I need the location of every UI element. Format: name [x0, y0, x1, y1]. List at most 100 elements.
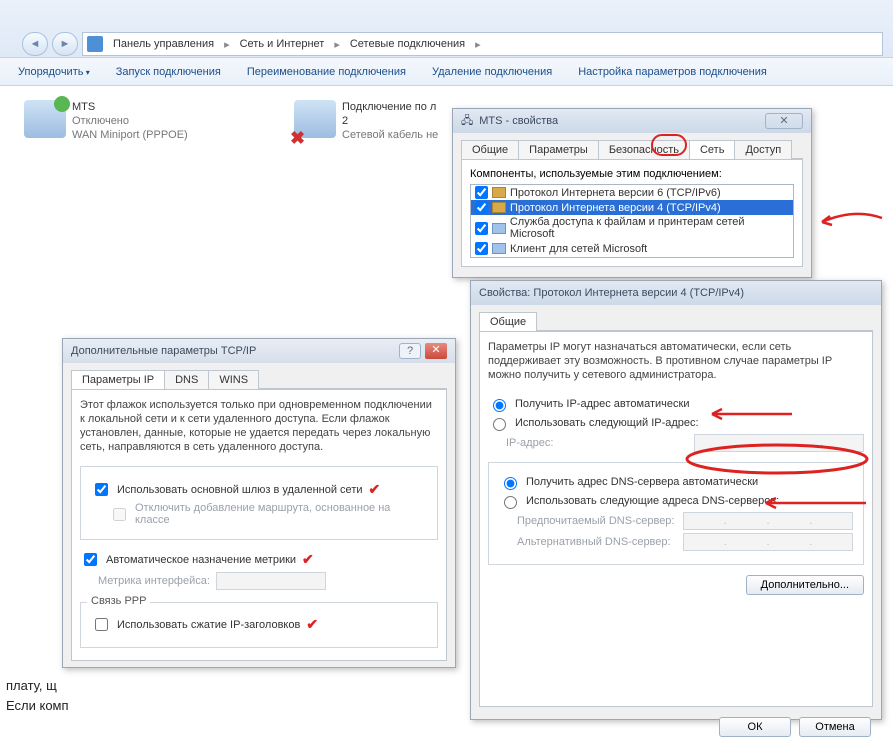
tab-wins[interactable]: WINS: [208, 370, 259, 389]
dialog-titlebar[interactable]: Дополнительные параметры TCP/IP ? ✕: [63, 339, 455, 363]
components-label: Компоненты, используемые этим подключени…: [470, 168, 794, 180]
tab-security[interactable]: Безопасность: [598, 140, 690, 159]
list-item-ipv4[interactable]: Протокол Интернета версии 4 (TCP/IPv4): [471, 200, 793, 215]
list-item-ipv6[interactable]: Протокол Интернета версии 6 (TCP/IPv6): [471, 185, 793, 200]
checkbox-label: Автоматическое назначение метрики: [106, 554, 296, 566]
advanced-button[interactable]: Дополнительно...: [746, 575, 864, 595]
alternate-dns-field: ...: [683, 533, 853, 551]
organize-menu[interactable]: Упорядочить: [18, 66, 90, 78]
checkbox-disable-route: [113, 508, 126, 521]
control-panel-icon: [87, 36, 103, 52]
annotation-arrow-icon: [814, 206, 884, 232]
checkbox-label: Отключить добавление маршрута, основанно…: [135, 502, 427, 526]
tab-dns[interactable]: DNS: [164, 370, 209, 389]
components-list[interactable]: Протокол Интернета версии 6 (TCP/IPv6) П…: [470, 184, 794, 258]
list-item-ms-client[interactable]: Клиент для сетей Microsoft: [471, 241, 793, 256]
command-toolbar: Упорядочить Запуск подключения Переимено…: [0, 58, 893, 86]
radio-label: Использовать следующий IP-адрес:: [515, 417, 699, 429]
metric-label: Метрика интерфейса:: [98, 575, 210, 587]
ip-settings-panel: Этот флажок используется только при одно…: [71, 389, 447, 661]
connection-status: Отключено: [72, 114, 188, 128]
tab-network[interactable]: Сеть: [689, 140, 735, 159]
delete-connection-button[interactable]: Удаление подключения: [432, 66, 552, 78]
connection-line2: 2: [342, 114, 438, 128]
radio-label: Получить IP-адрес автоматически: [515, 398, 689, 410]
rename-connection-button[interactable]: Переименование подключения: [247, 66, 406, 78]
breadcrumb-sep-icon: ▸: [224, 38, 230, 51]
checkbox[interactable]: [475, 222, 488, 235]
ip-address-label: IP-адрес:: [506, 437, 553, 449]
preferred-dns-field: ...: [683, 512, 853, 530]
checkbox-ip-compress[interactable]: [95, 618, 108, 631]
client-icon: [492, 243, 506, 254]
close-button[interactable]: ✕: [425, 343, 447, 359]
ok-button[interactable]: ОК: [719, 717, 791, 737]
checkbox[interactable]: [475, 186, 488, 199]
error-x-icon: ✖: [290, 128, 305, 149]
nav-back-button[interactable]: ◄: [22, 32, 48, 56]
close-button[interactable]: ✕: [765, 113, 803, 129]
dialog-title: Свойства: Протокол Интернета версии 4 (T…: [479, 287, 744, 299]
item-label: Служба доступа к файлам и принтерам сете…: [510, 216, 789, 240]
radio-label: Получить адрес DNS-сервера автоматически: [526, 476, 758, 488]
mts-properties-dialog: 🖧 MTS - свойства ✕ Общие Параметры Безоп…: [452, 108, 812, 278]
breadcrumb-network[interactable]: Сеть и Интернет: [236, 38, 329, 50]
connection-settings-button[interactable]: Настройка параметров подключения: [578, 66, 767, 78]
dns-group: Получить адрес DNS-сервера автоматически…: [488, 462, 864, 565]
protocol-icon: [492, 187, 506, 198]
cancel-button[interactable]: Отмена: [799, 717, 871, 737]
annotation-check-icon: ✔: [369, 481, 381, 498]
annotation-check-icon: ✔: [302, 551, 314, 568]
radio-label: Использовать следующие адреса DNS-сервер…: [526, 495, 779, 507]
connection-name: Подключение по л: [342, 100, 438, 114]
dialog-title: Дополнительные параметры TCP/IP: [71, 345, 256, 357]
general-tab-panel: Параметры IP могут назначаться автоматич…: [479, 331, 873, 707]
tab-access[interactable]: Доступ: [734, 140, 792, 159]
dialog-titlebar[interactable]: Свойства: Протокол Интернета версии 4 (T…: [471, 281, 881, 305]
tab-parameters[interactable]: Параметры: [518, 140, 599, 159]
ppp-group: Связь PPP Использовать сжатие IP-заголов…: [80, 602, 438, 648]
start-connection-button[interactable]: Запуск подключения: [116, 66, 221, 78]
radio-manual-ip[interactable]: [493, 418, 506, 431]
radio-auto-dns[interactable]: [504, 477, 517, 490]
breadcrumb-sep-icon: ▸: [334, 38, 340, 51]
ipv4-properties-dialog: Свойства: Протокол Интернета версии 4 (T…: [470, 280, 882, 720]
annotation-check-icon: ✔: [306, 616, 318, 633]
tab-ip-settings[interactable]: Параметры IP: [71, 370, 165, 389]
connection-device: WAN Miniport (PPPOE): [72, 128, 188, 142]
background-text: плату, щ: [6, 678, 57, 693]
protocol-icon: [492, 202, 506, 213]
connection-item-mts[interactable]: MTS Отключено WAN Miniport (PPPOE): [24, 100, 274, 172]
metric-input: [216, 572, 326, 590]
connection-icon: [24, 100, 66, 138]
list-item-file-sharing[interactable]: Служба доступа к файлам и принтерам сете…: [471, 215, 793, 241]
radio-auto-ip[interactable]: [493, 399, 506, 412]
breadcrumb-control-panel[interactable]: Панель управления: [109, 38, 218, 50]
description-text: Параметры IP могут назначаться автоматич…: [488, 340, 864, 382]
checkbox-auto-metric[interactable]: [84, 553, 97, 566]
tab-general[interactable]: Общие: [461, 140, 519, 159]
breadcrumb-connections[interactable]: Сетевые подключения: [346, 38, 469, 50]
description-text: Этот флажок используется только при одно…: [80, 398, 438, 454]
dialog-titlebar[interactable]: 🖧 MTS - свойства ✕: [453, 109, 811, 133]
checkbox-label: Использовать основной шлюз в удаленной с…: [117, 484, 363, 496]
checkbox-label: Использовать сжатие IP-заголовков: [117, 619, 300, 631]
tab-general[interactable]: Общие: [479, 312, 537, 331]
nav-forward-button[interactable]: ►: [52, 32, 78, 56]
checkbox[interactable]: [475, 242, 488, 255]
advanced-tcpip-dialog: Дополнительные параметры TCP/IP ? ✕ Пара…: [62, 338, 456, 668]
alternate-dns-label: Альтернативный DNS-сервер:: [517, 536, 671, 548]
checkbox-use-gateway[interactable]: [95, 483, 108, 496]
address-bar[interactable]: Панель управления ▸ Сеть и Интернет ▸ Се…: [82, 32, 883, 56]
checkbox[interactable]: [475, 201, 488, 214]
item-label: Протокол Интернета версии 4 (TCP/IPv4): [510, 202, 721, 214]
gateway-group: Использовать основной шлюз в удаленной с…: [80, 466, 438, 540]
dialog-title: MTS - свойства: [479, 115, 558, 127]
tabstrip: Общие Параметры Безопасность Сеть Доступ: [461, 139, 803, 159]
preferred-dns-label: Предпочитаемый DNS-сервер:: [517, 515, 674, 527]
connection-name: MTS: [72, 100, 188, 114]
help-button[interactable]: ?: [399, 343, 421, 359]
tabstrip: Параметры IP DNS WINS: [71, 369, 447, 389]
radio-manual-dns[interactable]: [504, 496, 517, 509]
ppp-legend: Связь PPP: [87, 595, 150, 607]
